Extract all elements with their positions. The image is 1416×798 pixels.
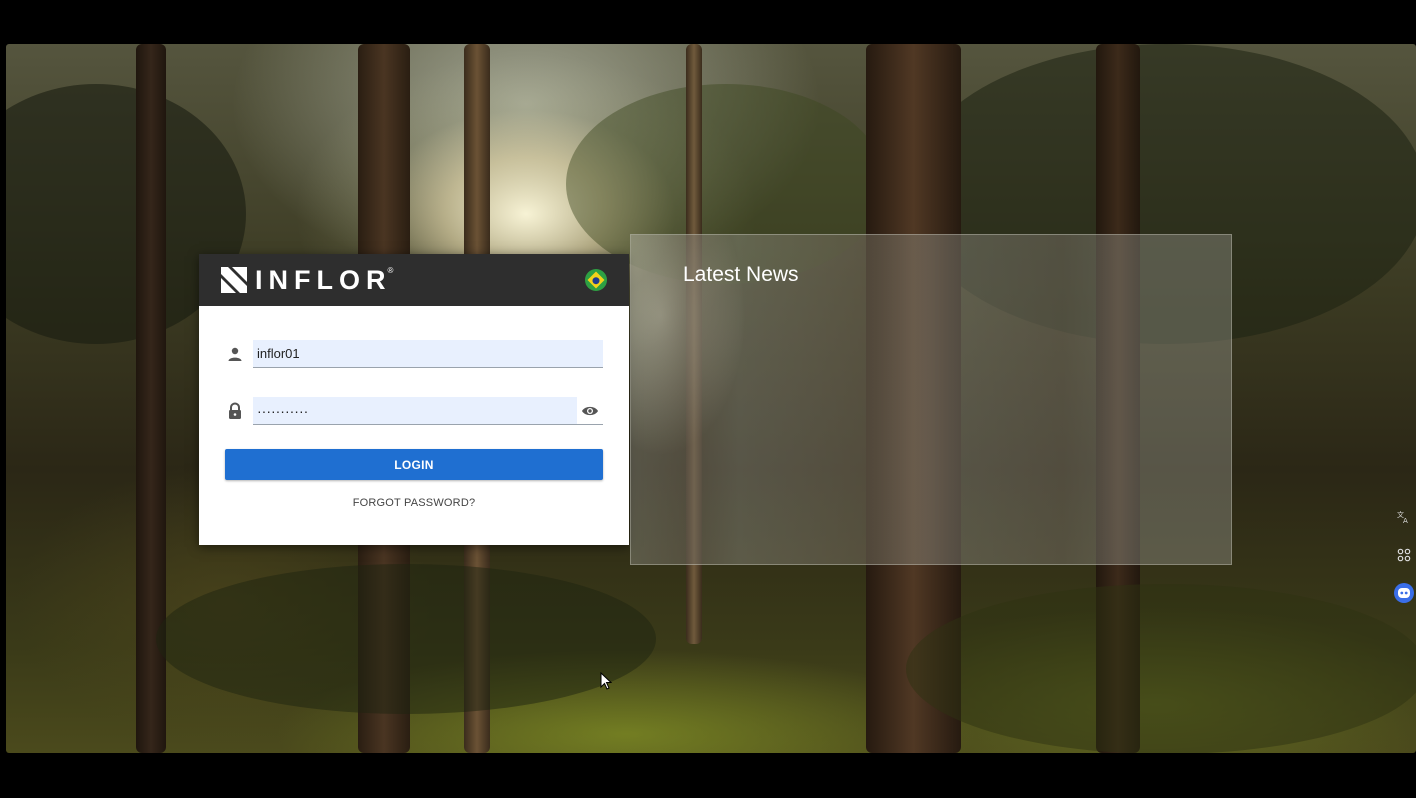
undergrowth-left xyxy=(156,564,656,714)
toggle-password-eye-icon[interactable] xyxy=(577,397,603,425)
flag-globe xyxy=(592,276,600,284)
mouse-cursor-icon xyxy=(600,672,612,690)
language-selector-brazil-flag-icon[interactable] xyxy=(585,269,607,291)
forgot-password-link[interactable]: FORGOT PASSWORD? xyxy=(199,497,629,509)
login-header: INFLOR ® xyxy=(199,254,629,306)
latest-news-panel: Latest News xyxy=(630,234,1232,565)
translate-icon[interactable]: 文 A xyxy=(1394,507,1414,527)
flag-diamond xyxy=(587,271,605,289)
brand-logo: INFLOR ® xyxy=(221,266,397,294)
login-button[interactable]: LOGIN xyxy=(225,449,603,480)
password-input[interactable] xyxy=(253,397,577,425)
lock-icon xyxy=(225,401,245,421)
grid-icon[interactable] xyxy=(1394,545,1414,565)
username-input[interactable] xyxy=(253,340,603,368)
person-icon xyxy=(225,344,245,364)
brand-name: INFLOR xyxy=(255,265,392,295)
login-card: INFLOR ® inflor01 ··········· LOGIN FORG… xyxy=(199,254,629,545)
password-row xyxy=(225,397,603,425)
registered-mark: ® xyxy=(387,265,394,275)
inflor-logo-icon xyxy=(221,267,247,293)
screen: INFLOR ® inflor01 ··········· LOGIN FORG… xyxy=(0,0,1416,798)
username-row xyxy=(225,340,603,368)
news-title: Latest News xyxy=(683,263,799,286)
svg-text:A: A xyxy=(1403,517,1408,524)
undergrowth-right xyxy=(906,584,1416,753)
assistant-bot-icon[interactable] xyxy=(1394,583,1414,603)
